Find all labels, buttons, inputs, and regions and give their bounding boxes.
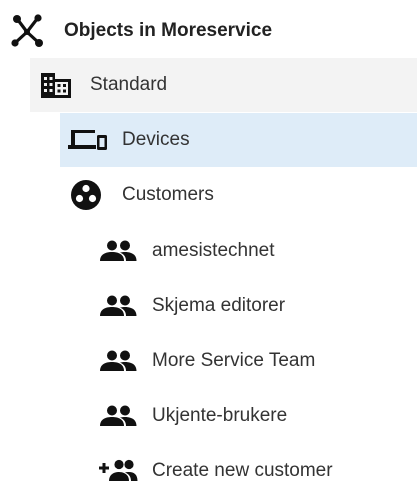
tree-node-customers[interactable]: Customers [60,168,417,222]
root-label: Objects in Moreservice [64,20,273,41]
tree-node-standard[interactable]: Standard [30,58,417,112]
customer-item[interactable]: More Service Team [92,334,417,388]
customer-label: Ukjente-brukere [152,405,288,426]
standard-label: Standard [90,74,168,95]
customer-item[interactable]: amesistechnet [92,224,417,278]
group-circle-icon [70,179,102,211]
object-tree: Objects in Moreservice Standard Devices … [0,0,417,487]
people-icon [98,240,138,262]
customer-item[interactable]: Skjema editorer [92,279,417,333]
customer-item[interactable]: Ukjente-brukere [92,389,417,443]
customers-label: Customers [122,184,214,205]
building-icon [40,71,72,99]
people-icon [98,350,138,372]
people-icon [98,405,138,427]
customer-label: Skjema editorer [152,295,286,316]
devices-label: Devices [122,129,190,150]
people-icon [98,295,138,317]
tree-node-root[interactable]: Objects in Moreservice [0,4,417,58]
create-customer-label: Create new customer [152,460,333,481]
customer-label: amesistechnet [152,240,275,261]
network-hub-icon [10,14,44,48]
add-people-icon [98,459,138,483]
customer-label: More Service Team [152,350,316,371]
create-customer-button[interactable]: Create new customer [92,444,417,487]
devices-icon [68,128,108,152]
tree-node-devices[interactable]: Devices [60,113,417,167]
